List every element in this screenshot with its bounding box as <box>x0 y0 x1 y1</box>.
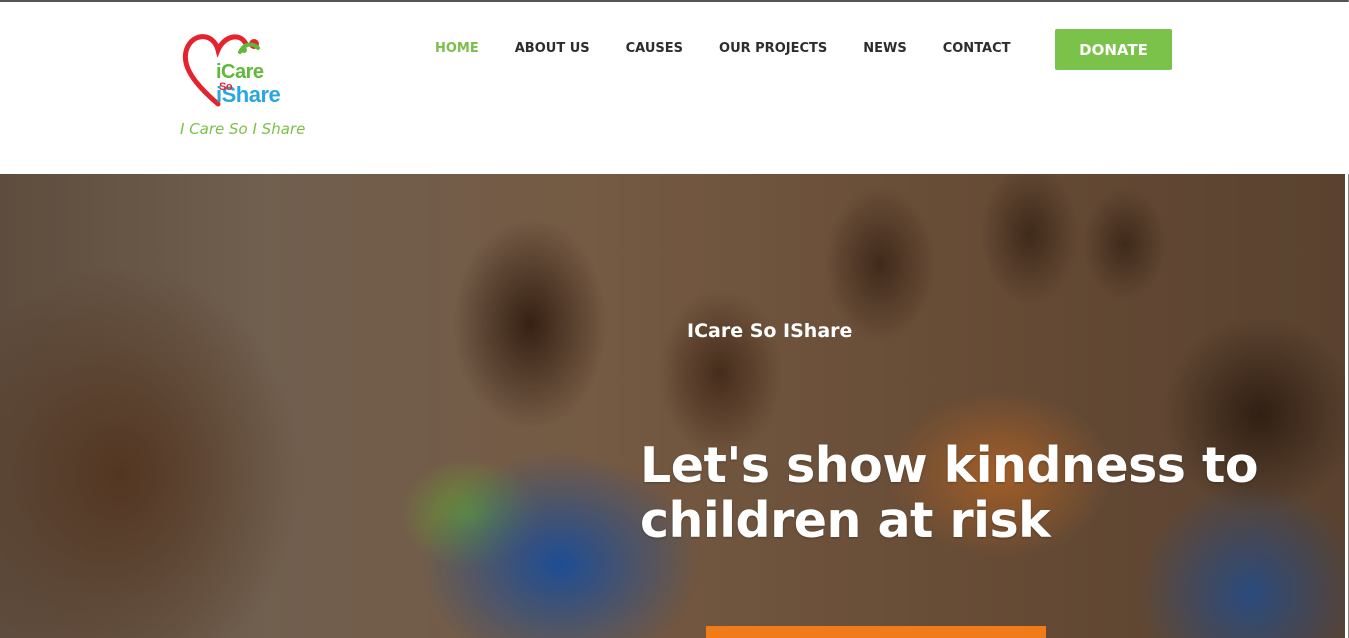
site-header: iCare So iShare I Care So I Share HOME A… <box>0 2 1349 174</box>
nav-item-causes[interactable]: CAUSES <box>626 40 683 62</box>
logo-word-care: iCare <box>216 61 264 83</box>
hero-title: Let's show kindness to children at risk <box>640 437 1259 549</box>
hero-cta-button[interactable] <box>706 626 1046 638</box>
donate-button[interactable]: DONATE <box>1055 29 1172 70</box>
site-logo[interactable]: iCare So iShare <box>180 32 300 112</box>
nav-item-news[interactable]: NEWS <box>863 40 906 62</box>
logo-wordmark: iCare So iShare <box>216 61 281 106</box>
nav-item-our-projects[interactable]: OUR PROJECTS <box>719 40 827 62</box>
hero-banner: ICare So IShare Let's show kindness to c… <box>0 174 1345 638</box>
nav-item-about-us[interactable]: ABOUT US <box>515 40 590 62</box>
hero-kicker: ICare So IShare <box>687 320 853 342</box>
main-navigation: HOME ABOUT US CAUSES OUR PROJECTS NEWS C… <box>435 40 1047 62</box>
nav-item-home[interactable]: HOME <box>435 40 479 62</box>
logo-word-so: So <box>219 81 233 93</box>
site-tagline: I Care So I Share <box>180 120 306 138</box>
nav-item-contact[interactable]: CONTACT <box>943 40 1011 62</box>
